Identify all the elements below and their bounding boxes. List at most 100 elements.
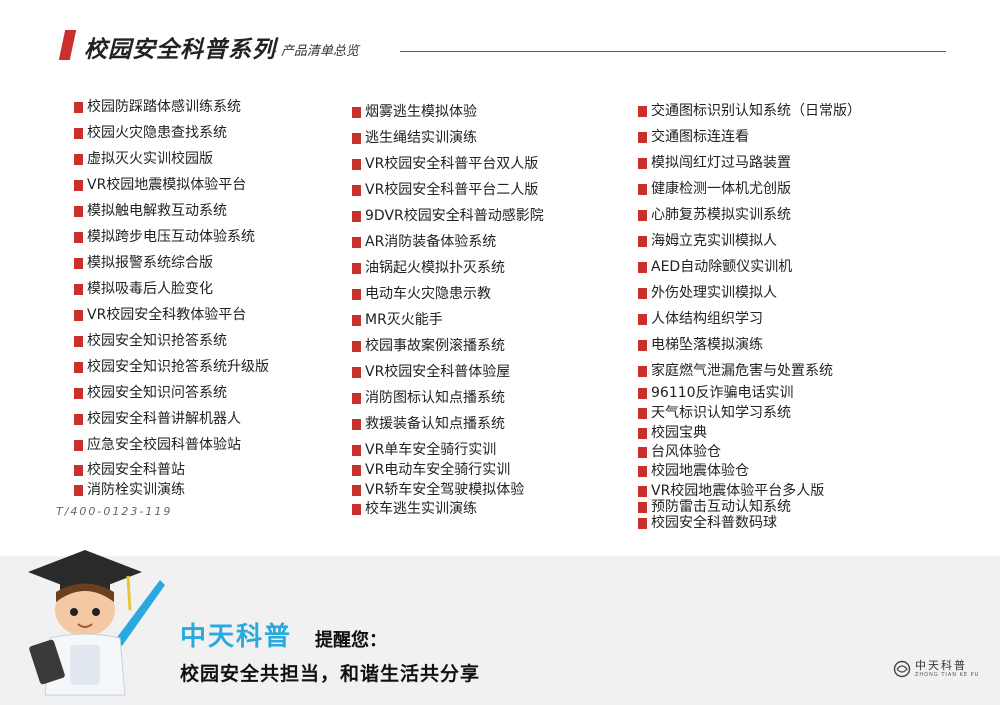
list-item-label: 校园安全知识抢答系统升级版 <box>87 359 269 375</box>
list-item-label: 健康检测一体机尤创版 <box>651 181 791 197</box>
list-item-label: 交通图标识别认知系统（日常版） <box>651 103 861 119</box>
bullet-icon <box>638 517 647 529</box>
list-item: 交通图标连连看 <box>638 128 749 146</box>
bullet-icon <box>638 157 647 169</box>
list-item: 天气标识认知学习系统 <box>638 404 791 422</box>
list-item: 心肺复苏模拟实训系统 <box>638 206 791 224</box>
list-item-label: AR消防装备体验系统 <box>365 234 497 250</box>
list-item-label: AED自动除颤仪实训机 <box>651 259 793 275</box>
list-item: 台风体验仓 <box>638 443 721 461</box>
list-item: VR校园安全科普平台双人版 <box>352 155 538 173</box>
list-item: VR轿车安全驾驶模拟体验 <box>352 481 524 499</box>
company-logo: 中天科普 ZHONG TIAN KE PU <box>893 660 979 678</box>
list-item-label: 外伤处理实训模拟人 <box>651 285 777 301</box>
bullet-icon <box>352 484 361 496</box>
bullet-icon <box>638 105 647 117</box>
list-item: 人体结构组织学习 <box>638 310 763 328</box>
bullet-icon <box>638 287 647 299</box>
list-item-label: 人体结构组织学习 <box>651 311 763 327</box>
list-item-label: 校园防踩踏体感训练系统 <box>87 99 241 115</box>
list-item: 校车逃生实训演练 <box>352 500 477 518</box>
list-item: 96110反诈骗电话实训 <box>638 384 794 402</box>
list-item-label: 校园安全科普讲解机器人 <box>87 411 241 427</box>
bullet-icon <box>352 132 361 144</box>
list-item-label: 校园火灾隐患查找系统 <box>87 125 227 141</box>
list-item-label: 校园事故案例滚播系统 <box>365 338 505 354</box>
bullet-icon <box>352 288 361 300</box>
list-item: MR灭火能手 <box>352 311 443 329</box>
list-item-label: 逃生绳结实训演练 <box>365 130 477 146</box>
bullet-icon <box>352 158 361 170</box>
bullet-icon <box>638 131 647 143</box>
list-item-label: 校园安全科普站 <box>87 462 185 478</box>
header-accent-bar <box>58 30 77 60</box>
logo-text-en: ZHONG TIAN KE PU <box>915 672 980 678</box>
bullet-icon <box>352 340 361 352</box>
bullet-icon <box>352 366 361 378</box>
bullet-icon <box>638 183 647 195</box>
list-item-label: 校园宝典 <box>651 425 707 441</box>
bullet-icon <box>74 361 83 373</box>
list-item-label: 油锅起火模拟扑灭系统 <box>365 260 505 276</box>
list-item: AR消防装备体验系统 <box>352 233 496 251</box>
list-item-label: MR灭火能手 <box>365 312 443 328</box>
list-item: 交通图标识别认知系统（日常版） <box>638 102 861 120</box>
list-item: 模拟吸毒后人脸变化 <box>74 280 213 298</box>
bullet-icon <box>74 484 83 496</box>
list-item: VR校园安全科普平台二人版 <box>352 181 538 199</box>
bullet-icon <box>638 485 647 497</box>
list-item-label: 台风体验仓 <box>651 444 721 460</box>
bullet-icon <box>352 210 361 222</box>
list-item: 应急安全校园科普体验站 <box>74 436 241 454</box>
bullet-icon <box>352 184 361 196</box>
list-item: 消防栓实训演练 <box>74 481 185 499</box>
list-item: 逃生绳结实训演练 <box>352 129 477 147</box>
list-item-label: 应急安全校园科普体验站 <box>87 437 241 453</box>
list-item-label: 校园安全知识问答系统 <box>87 385 227 401</box>
bullet-icon <box>352 106 361 118</box>
list-item-label: 虚拟灭火实训校园版 <box>87 151 213 167</box>
bullet-icon <box>74 439 83 451</box>
bullet-icon <box>352 262 361 274</box>
phone-number: T/400-0123-119 <box>56 505 173 518</box>
list-item: 电梯坠落模拟演练 <box>638 336 763 354</box>
list-item: 外伤处理实训模拟人 <box>638 284 777 302</box>
list-item-label: VR校园安全科教体验平台 <box>87 307 247 323</box>
list-item: 烟雾逃生模拟体验 <box>352 103 477 121</box>
bullet-icon <box>74 257 83 269</box>
bullet-icon <box>638 427 647 439</box>
page-subtitle: - 产品清单总览 <box>272 44 359 59</box>
bullet-icon <box>638 465 647 477</box>
list-item: VR校园安全科教体验平台 <box>74 306 246 324</box>
list-item-label: VR校园安全科普体验屋 <box>365 364 511 380</box>
list-item-label: 消防图标认知点播系统 <box>365 390 505 406</box>
list-item-label: 模拟闯红灯过马路装置 <box>651 155 791 171</box>
bullet-icon <box>638 501 647 513</box>
list-item-label: VR轿车安全驾驶模拟体验 <box>365 482 525 498</box>
bullet-icon <box>638 209 647 221</box>
list-item-label: VR电动车安全骑行实训 <box>365 462 511 478</box>
bullet-icon <box>74 127 83 139</box>
list-item-label: 消防栓实训演练 <box>87 482 185 498</box>
list-item: VR单车安全骑行实训 <box>352 441 496 459</box>
list-item: 校园防踩踏体感训练系统 <box>74 98 241 116</box>
bullet-icon <box>352 464 361 476</box>
list-item-label: VR校园地震模拟体验平台 <box>87 177 247 193</box>
list-item-label: 校园安全科普数码球 <box>651 515 777 531</box>
list-item: 校园安全科普站 <box>74 461 185 479</box>
list-item: 消防图标认知点播系统 <box>352 389 505 407</box>
list-item: 校园事故案例滚播系统 <box>352 337 505 355</box>
list-item: 虚拟灭火实训校园版 <box>74 150 213 168</box>
logo-text-cn: 中天科普 <box>915 659 967 672</box>
list-item-label: 96110反诈骗电话实训 <box>651 385 794 401</box>
bullet-icon <box>638 407 647 419</box>
bullet-icon <box>352 418 361 430</box>
list-item: 校园安全知识问答系统 <box>74 384 227 402</box>
list-item-label: 校园安全知识抢答系统 <box>87 333 227 349</box>
list-item: 模拟闯红灯过马路装置 <box>638 154 791 172</box>
bullet-icon <box>638 313 647 325</box>
bullet-icon <box>352 444 361 456</box>
list-item-label: 烟雾逃生模拟体验 <box>365 104 477 120</box>
bullet-icon <box>638 339 647 351</box>
bullet-icon <box>352 392 361 404</box>
